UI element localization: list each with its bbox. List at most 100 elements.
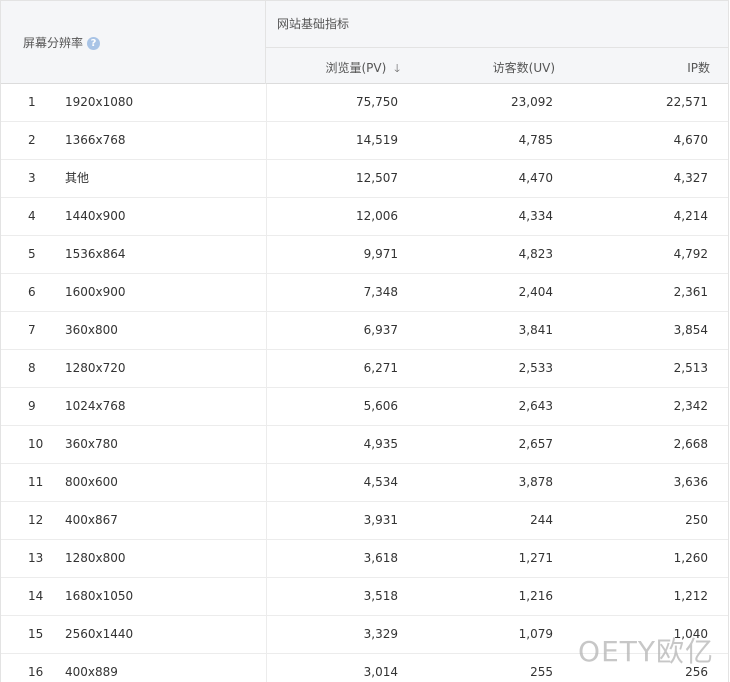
uv-cell: 2,533 (518, 361, 553, 375)
table-row: 16 400x889 3,014 255 256 (1, 654, 728, 682)
pv-cell: 6,937 (363, 323, 398, 337)
column-divider (266, 122, 267, 159)
ip-cell: 4,792 (673, 247, 708, 261)
row-index: 15 (28, 627, 44, 641)
row-index: 6 (28, 285, 36, 299)
column-divider (266, 578, 267, 615)
resolution-header-label: 屏幕分辨率 (23, 36, 84, 50)
uv-cell: 4,823 (518, 247, 553, 261)
pv-cell: 12,006 (356, 209, 398, 223)
row-index: 7 (28, 323, 36, 337)
uv-cell: 2,643 (518, 399, 553, 413)
pv-cell: 12,507 (356, 171, 398, 185)
column-divider (266, 274, 267, 311)
resolution-cell: 1440x900 (65, 209, 126, 223)
resolution-cell: 1024x768 (65, 399, 126, 413)
uv-cell: 3,878 (518, 475, 553, 489)
table-row: 9 1024x768 5,606 2,643 2,342 (1, 388, 728, 426)
row-index: 12 (28, 513, 44, 527)
pv-column-header[interactable]: 浏览量(PV) 🡓 (325, 59, 400, 79)
pv-cell: 9,971 (363, 247, 398, 261)
table-row: 14 1680x1050 3,518 1,216 1,212 (1, 578, 728, 616)
column-divider (266, 426, 267, 463)
uv-cell: 2,404 (518, 285, 553, 299)
help-icon[interactable]: ? (87, 37, 101, 50)
column-divider (266, 540, 267, 577)
column-divider (266, 388, 267, 425)
resolution-cell: 1680x1050 (65, 589, 134, 603)
row-index: 13 (28, 551, 44, 565)
row-index: 8 (28, 361, 36, 375)
pv-cell: 75,750 (356, 95, 398, 109)
pv-cell: 7,348 (363, 285, 398, 299)
sort-desc-icon[interactable]: 🡓 (394, 60, 400, 79)
uv-cell: 244 (530, 513, 553, 527)
row-index: 10 (28, 437, 44, 451)
pv-cell: 5,606 (363, 399, 398, 413)
row-index: 2 (28, 133, 36, 147)
resolution-cell: 360x800 (65, 323, 118, 337)
table-row: 3 其他 12,507 4,470 4,327 (1, 160, 728, 198)
uv-cell: 3,841 (518, 323, 553, 337)
row-index: 9 (28, 399, 36, 413)
resolution-cell: 1366x768 (65, 133, 126, 147)
ip-cell: 2,361 (673, 285, 708, 299)
table-row: 1 1920x1080 75,750 23,092 22,571 (1, 84, 728, 122)
ip-cell: 1,040 (673, 627, 708, 641)
resolution-cell: 400x867 (65, 513, 118, 527)
row-index: 4 (28, 209, 36, 223)
uv-cell: 4,785 (518, 133, 553, 147)
table-row: 15 2560x1440 3,329 1,079 1,040 (1, 616, 728, 654)
column-divider (266, 350, 267, 387)
row-index: 16 (28, 665, 44, 679)
metrics-subheader-row: 浏览量(PV) 🡓 访客数(UV) IP数 (266, 47, 728, 85)
pv-cell: 3,518 (363, 589, 398, 603)
ip-cell: 4,670 (673, 133, 708, 147)
table-header: 屏幕分辨率? 网站基础指标 浏览量(PV) 🡓 访客数(UV) IP数 (1, 0, 728, 84)
table-row: 13 1280x800 3,618 1,271 1,260 (1, 540, 728, 578)
ip-cell: 2,668 (673, 437, 708, 451)
resolution-cell: 1280x720 (65, 361, 126, 375)
ip-cell: 2,342 (673, 399, 708, 413)
ip-cell: 1,260 (673, 551, 708, 565)
uv-cell: 1,271 (518, 551, 553, 565)
pv-cell: 3,931 (363, 513, 398, 527)
uv-cell: 23,092 (511, 95, 553, 109)
table-row: 6 1600x900 7,348 2,404 2,361 (1, 274, 728, 312)
row-index: 11 (28, 475, 44, 489)
pv-cell: 3,014 (363, 665, 398, 679)
resolution-cell: 400x889 (65, 665, 118, 679)
column-divider (266, 502, 267, 539)
uv-cell: 4,470 (518, 171, 553, 185)
pv-cell: 4,534 (363, 475, 398, 489)
resolution-column-header: 屏幕分辨率? (23, 34, 101, 51)
table-row: 5 1536x864 9,971 4,823 4,792 (1, 236, 728, 274)
column-divider (266, 654, 267, 682)
table-row: 7 360x800 6,937 3,841 3,854 (1, 312, 728, 350)
resolution-cell: 1536x864 (65, 247, 126, 261)
resolution-cell: 1920x1080 (65, 95, 134, 109)
uv-cell: 2,657 (518, 437, 553, 451)
resolution-cell: 800x600 (65, 475, 118, 489)
uv-cell: 255 (530, 665, 553, 679)
table-row: 10 360x780 4,935 2,657 2,668 (1, 426, 728, 464)
ip-cell: 1,212 (673, 589, 708, 603)
ip-cell: 3,636 (673, 475, 708, 489)
ip-cell: 4,327 (673, 171, 708, 185)
ip-cell: 3,854 (673, 323, 708, 337)
ip-cell: 256 (685, 665, 708, 679)
table-row: 4 1440x900 12,006 4,334 4,214 (1, 198, 728, 236)
row-index: 14 (28, 589, 44, 603)
row-index: 3 (28, 171, 36, 185)
metrics-group-header: 网站基础指标 (277, 17, 350, 31)
resolution-cell: 其他 (65, 171, 90, 185)
uv-column-header[interactable]: 访客数(UV) (493, 59, 555, 76)
uv-cell: 1,079 (518, 627, 553, 641)
ip-column-header[interactable]: IP数 (687, 59, 710, 76)
ip-cell: 2,513 (673, 361, 708, 375)
column-divider (266, 616, 267, 653)
column-divider (266, 198, 267, 235)
resolution-cell: 1280x800 (65, 551, 126, 565)
column-divider (266, 236, 267, 273)
column-divider (266, 160, 267, 197)
